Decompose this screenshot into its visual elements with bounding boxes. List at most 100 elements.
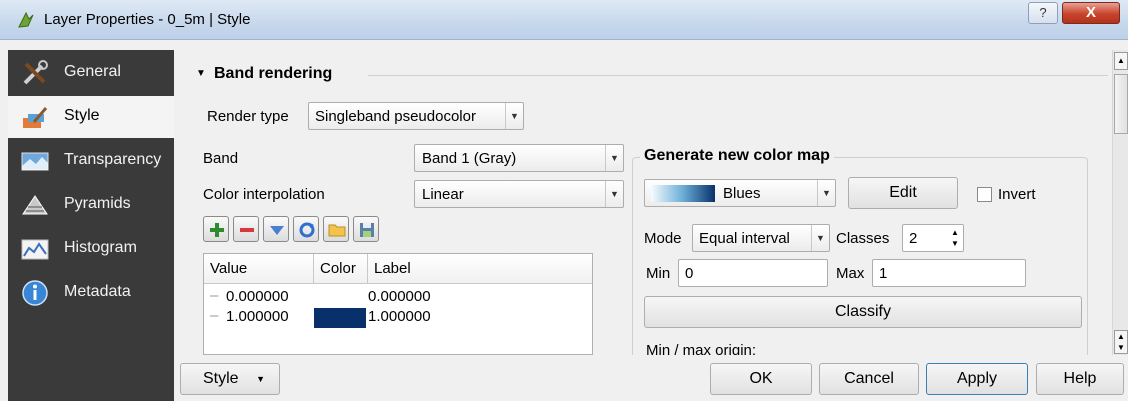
row-label: 0.000000	[368, 288, 431, 305]
cancel-button[interactable]: Cancel	[819, 363, 919, 395]
remove-entry-button[interactable]	[233, 216, 259, 242]
save-file-button[interactable]	[353, 216, 379, 242]
tree-branch: –	[210, 307, 219, 324]
band-value: Band 1 (Gray)	[422, 150, 517, 167]
row-value: 0.000000	[226, 288, 289, 305]
open-file-button[interactable]	[323, 216, 349, 242]
classify-button[interactable]: Classify	[644, 296, 1082, 328]
collapse-arrow-icon[interactable]: ▼	[196, 68, 206, 79]
chevron-down-icon: ▼	[256, 374, 265, 384]
sidebar-item-label: General	[64, 63, 121, 80]
color-interpolation-select[interactable]: Linear ▼	[414, 180, 624, 208]
mode-label: Mode	[644, 230, 682, 247]
help-title-button[interactable]: ?	[1028, 2, 1058, 24]
vertical-scrollbar[interactable]: ▲ ▲ ▼	[1112, 50, 1128, 355]
header-label: Label	[374, 260, 411, 277]
row-label: 1.000000	[368, 308, 431, 325]
dialog-button-bar: Style ▼ OK Cancel Apply Help	[174, 355, 1128, 401]
sidebar-item-style[interactable]: Style	[8, 96, 174, 138]
chevron-down-icon: ▼	[605, 145, 623, 171]
column-header-color[interactable]: Color	[314, 254, 368, 284]
render-type-label: Render type	[207, 108, 289, 125]
header-label: Value	[210, 260, 248, 277]
add-entry-button[interactable]	[203, 216, 229, 242]
column-header-value[interactable]: Value	[204, 254, 314, 284]
refresh-icon	[299, 222, 315, 238]
sidebar-item-metadata[interactable]: Metadata	[8, 272, 174, 314]
histogram-icon	[21, 239, 49, 260]
transparency-icon	[21, 152, 49, 171]
max-label: Max	[836, 265, 865, 282]
pyramids-icon	[22, 195, 48, 215]
folder-icon	[328, 224, 346, 237]
style-menu-label: Style	[203, 370, 239, 387]
color-ramp-preview	[651, 185, 715, 202]
edit-ramp-button[interactable]: Edit	[848, 177, 958, 209]
render-type-value: Singleband pseudocolor	[315, 108, 476, 125]
color-ramp-select[interactable]: Blues ▼	[644, 179, 836, 207]
tree-branch: –	[210, 287, 219, 304]
mode-select[interactable]: Equal interval ▼	[692, 224, 830, 252]
band-select[interactable]: Band 1 (Gray) ▼	[414, 144, 624, 172]
close-button[interactable]: X	[1062, 2, 1120, 24]
sidebar-item-label: Histogram	[64, 239, 137, 256]
classes-value: 2	[909, 230, 918, 247]
sidebar: General Style Transparency Pyramids Hist…	[8, 50, 174, 401]
title-bar: Layer Properties - 0_5m | Style ? X	[0, 0, 1128, 40]
tools-icon	[23, 60, 48, 85]
color-interpolation-label: Color interpolation	[203, 186, 325, 203]
style-menu-button[interactable]: Style ▼	[180, 363, 280, 395]
save-icon	[360, 223, 374, 237]
spinner-arrows-icon[interactable]: ▲ ▼	[949, 227, 961, 249]
min-input[interactable]: 0	[678, 259, 828, 287]
plus-icon	[210, 223, 224, 237]
band-label: Band	[203, 150, 239, 167]
sidebar-item-transparency[interactable]: Transparency	[8, 140, 174, 182]
interpolation-value: Linear	[422, 186, 464, 203]
row-color-swatch[interactable]	[314, 288, 366, 306]
render-type-select[interactable]: Singleband pseudocolor ▼	[308, 102, 524, 130]
window-title: Layer Properties - 0_5m | Style	[44, 11, 251, 28]
max-input[interactable]: 1	[872, 259, 1026, 287]
color-ramp-value: Blues	[723, 185, 761, 202]
color-map-table[interactable]: Value Color Label – 0.000000 0.000000 – …	[203, 253, 593, 355]
apply-button[interactable]: Apply	[926, 363, 1028, 395]
chevron-down-icon: ▼	[605, 181, 623, 207]
sidebar-item-pyramids[interactable]: Pyramids	[8, 184, 174, 226]
color-map-group-title: Generate new color map	[640, 147, 834, 165]
min-label: Min	[646, 265, 671, 282]
sidebar-item-label: Pyramids	[64, 195, 131, 212]
sort-button[interactable]	[263, 216, 289, 242]
scroll-up-icon[interactable]: ▲	[1114, 52, 1128, 70]
sidebar-item-general[interactable]: General	[8, 52, 174, 94]
section-divider	[368, 75, 1108, 76]
help-button[interactable]: Help	[1036, 363, 1124, 395]
chevron-down-icon: ▼	[505, 103, 523, 129]
column-header-label[interactable]: Label	[368, 254, 592, 284]
max-value: 1	[879, 265, 888, 282]
row-color-swatch[interactable]	[314, 308, 366, 328]
sidebar-item-label: Transparency	[64, 151, 162, 168]
chevron-down-icon: ▼	[811, 225, 829, 251]
invert-label: Invert	[998, 186, 1036, 203]
sidebar-item-label: Style	[64, 107, 100, 124]
min-value: 0	[685, 265, 694, 282]
info-icon	[22, 280, 48, 306]
invert-checkbox[interactable]	[977, 187, 992, 202]
header-label: Color	[320, 260, 356, 277]
triangle-down-icon	[270, 226, 284, 235]
ok-button[interactable]: OK	[710, 363, 812, 395]
row-value: 1.000000	[226, 308, 289, 325]
load-from-band-button[interactable]	[293, 216, 319, 242]
paintbrush-icon	[23, 107, 48, 128]
classes-spinbox[interactable]: 2 ▲ ▼	[902, 224, 964, 252]
style-panel: ▼ Band rendering Render type Singleband …	[180, 50, 1112, 367]
minus-icon	[240, 228, 254, 232]
mode-value: Equal interval	[699, 230, 790, 247]
sidebar-item-histogram[interactable]: Histogram	[8, 228, 174, 270]
scrollbar-thumb[interactable]	[1114, 74, 1128, 134]
band-rendering-heading[interactable]: Band rendering	[214, 65, 332, 83]
sidebar-item-label: Metadata	[64, 283, 131, 300]
scroll-step-icon[interactable]: ▲ ▼	[1114, 330, 1128, 354]
classes-label: Classes	[836, 230, 890, 247]
